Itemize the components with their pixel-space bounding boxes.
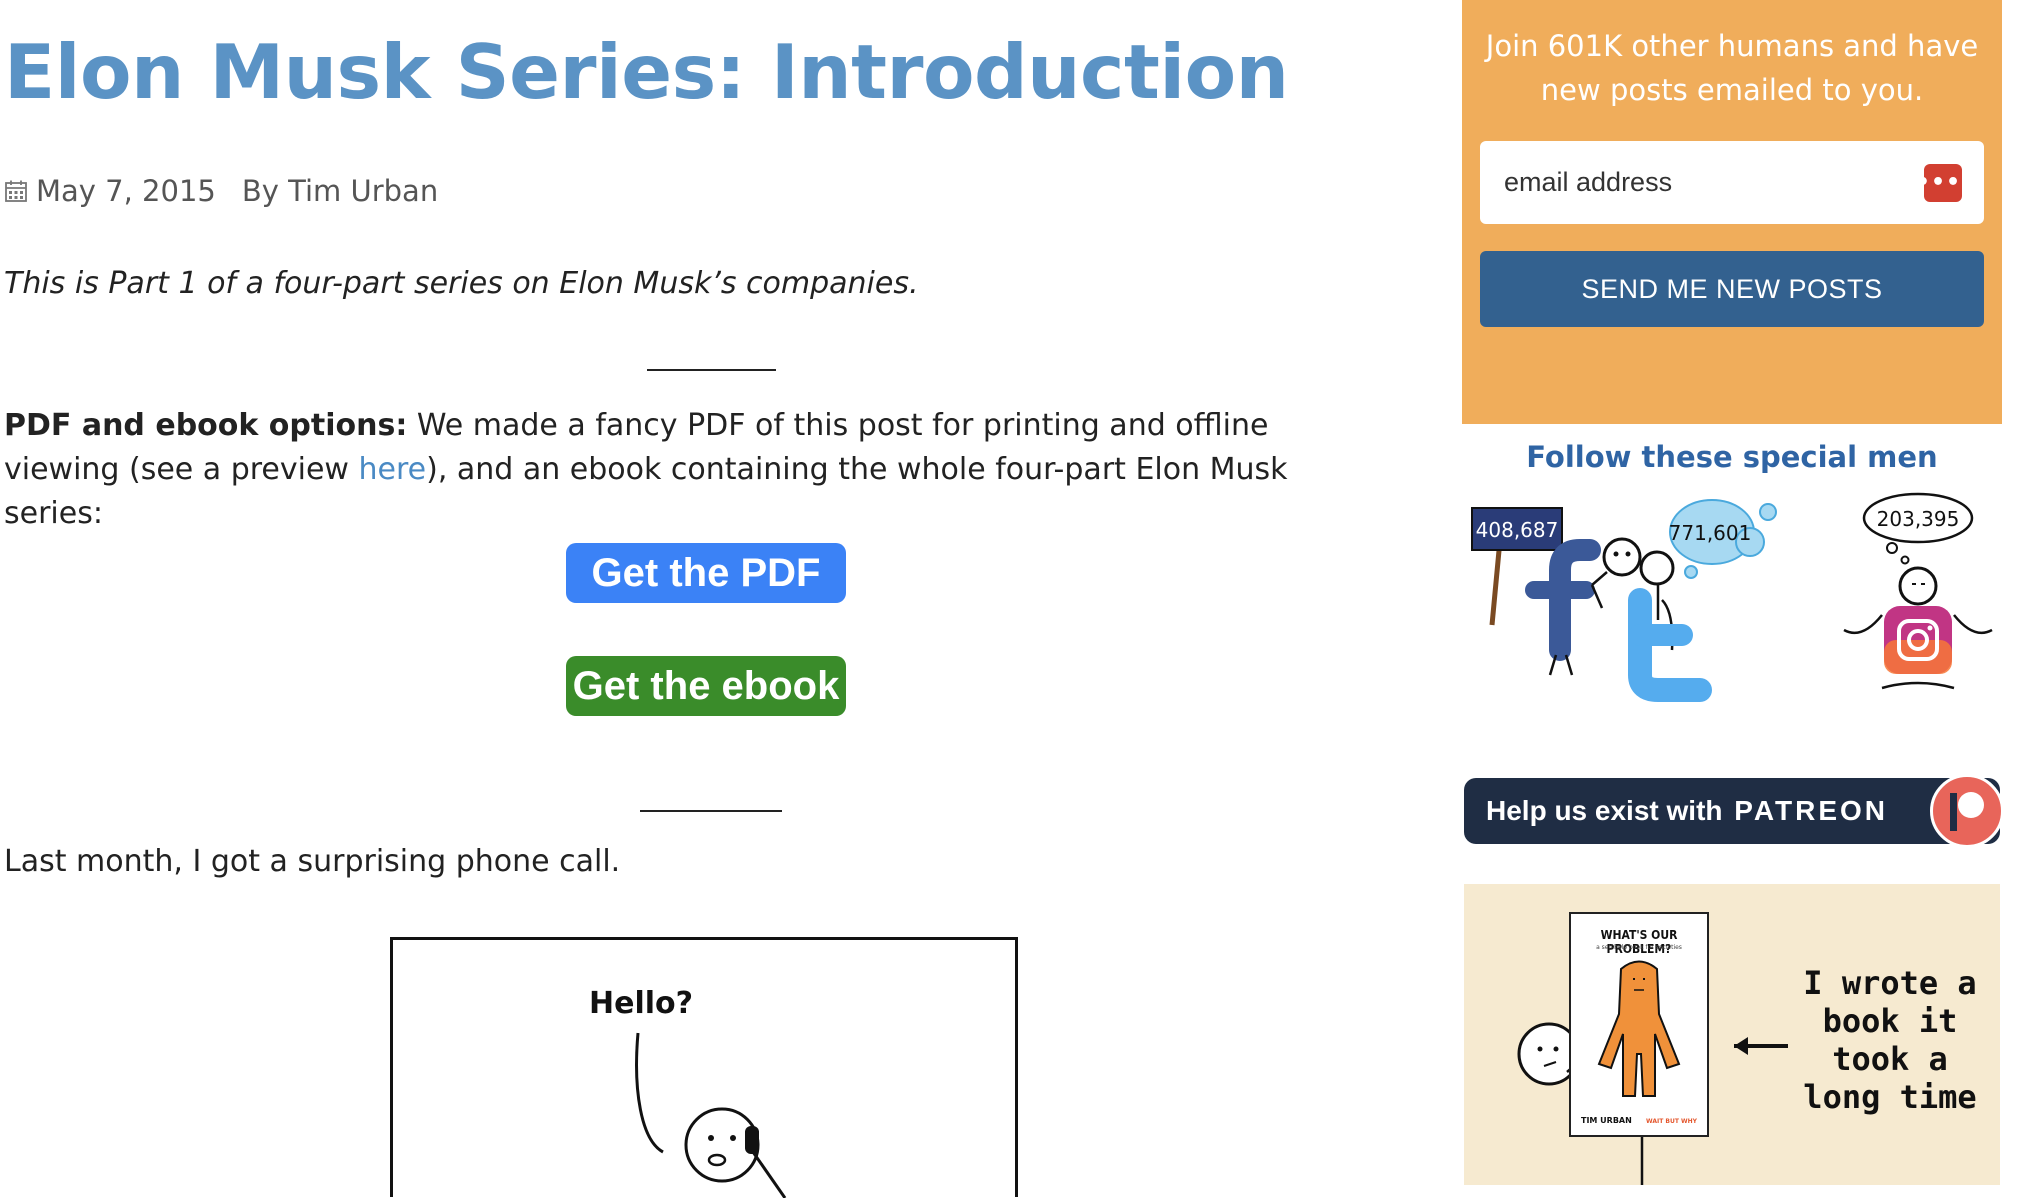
twitter-count: 771,601	[1669, 521, 1752, 545]
follow-title: Follow these special men	[1526, 440, 1938, 474]
instagram-count: 203,395	[1877, 507, 1960, 531]
post-meta: May 7, 2015 By Tim Urban	[4, 174, 438, 208]
email-field-wrapper: •••|	[1480, 141, 1984, 224]
book-ad-text: I wrote a book it took a long time	[1803, 964, 1977, 1116]
article: Elon Musk Series: Introduction May 7, 20…	[0, 0, 1420, 1199]
instagram-icon[interactable]: 203,395	[1843, 492, 1993, 690]
get-pdf-button[interactable]: Get the PDF	[566, 543, 846, 603]
social-follow-graphic: 408,687 771,601 203,395	[1462, 490, 2002, 710]
newsletter-signup: Join 601K other humans and have new post…	[1462, 0, 2002, 424]
patreon-brand: PATREON	[1734, 795, 1889, 826]
preview-link[interactable]: here	[359, 452, 427, 487]
book-cover-author: TIM URBAN	[1581, 1116, 1632, 1125]
series-intro: This is Part 1 of a four-part series on …	[4, 266, 919, 301]
body-paragraph: Last month, I got a surprising phone cal…	[4, 844, 621, 879]
send-posts-button[interactable]: SEND ME NEW POSTS	[1480, 251, 1984, 327]
book-cover-brand: WAIT BUT WHY	[1645, 1118, 1697, 1125]
facebook-count: 408,687	[1476, 518, 1559, 542]
divider	[640, 810, 782, 812]
post-title: Elon Musk Series: Introduction	[4, 28, 1289, 116]
stick-figure-illustration: Hello?	[589, 986, 787, 1199]
patreon-button[interactable]: Help us exist with PATREON	[1464, 774, 2004, 848]
divider	[647, 369, 776, 371]
patreon-text: Help us exist with	[1486, 795, 1723, 826]
calendar-icon	[5, 180, 27, 202]
book-cover: WHAT'S OUR PROBLEM? a self-help book for…	[1569, 912, 1709, 1137]
password-manager-icon[interactable]: •••|	[1916, 163, 1969, 202]
pdf-label: PDF and ebook options:	[4, 408, 408, 443]
get-ebook-button[interactable]: Get the ebook	[566, 656, 846, 716]
pdf-paragraph: PDF and ebook options: We made a fancy P…	[4, 404, 1364, 536]
signup-text: Join 601K other humans and have new post…	[1485, 29, 1979, 107]
patreon-logo-icon	[1930, 774, 2004, 848]
post-date: May 7, 2015	[36, 174, 216, 208]
comic-panel: Hello?	[390, 937, 1018, 1199]
speech-text: Hello?	[589, 986, 693, 1021]
email-field[interactable]	[1502, 166, 1924, 199]
book-ad[interactable]: WHAT'S OUR PROBLEM? a self-help book for…	[1464, 884, 2000, 1185]
patreon-label: Help us exist with PATREON	[1486, 795, 1888, 827]
twitter-icon[interactable]: 771,601	[1628, 499, 1777, 702]
orange-monster-icon	[1597, 960, 1681, 1097]
post-author[interactable]: By Tim Urban	[242, 174, 438, 208]
facebook-icon[interactable]: 408,687	[1471, 507, 1642, 676]
